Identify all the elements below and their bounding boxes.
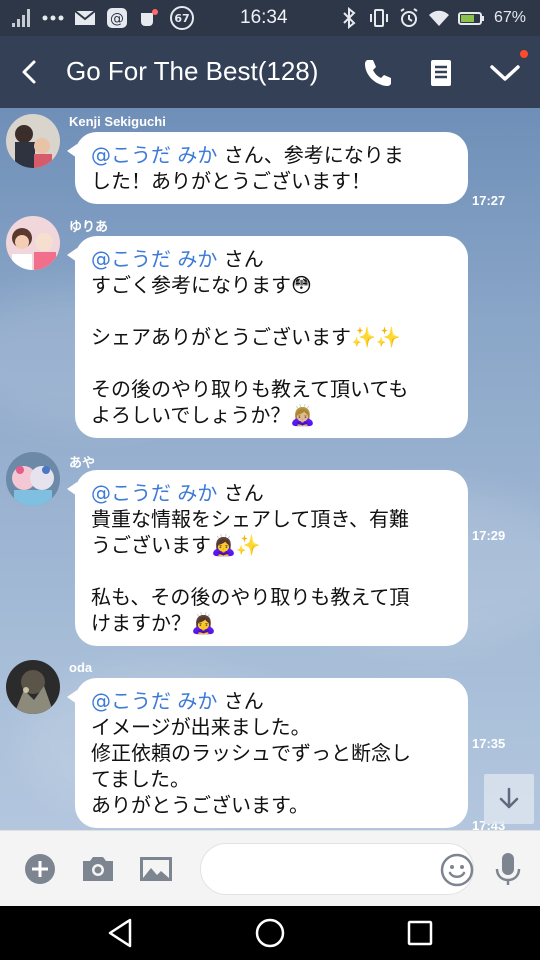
avatar[interactable] <box>6 452 60 506</box>
camera-icon[interactable] <box>80 851 116 887</box>
message-text: さん <box>217 247 264 271</box>
message-line: けますか？🙇‍♀️ <box>91 611 216 635</box>
battery-icon <box>457 12 484 25</box>
mention[interactable]: @こうだ みか <box>91 143 217 167</box>
message-bubble[interactable]: @こうだ みか さん 貴重な情報をシェアして頂き、有難 うございます🙇‍♀️✨ … <box>67 470 468 646</box>
svg-text:@: @ <box>110 11 124 27</box>
message-line: @こうだ みか さん、参考になりま <box>91 142 454 168</box>
mail-icon <box>74 10 96 25</box>
message-line: 修正依頼のラッシュでずっと断念し <box>91 741 411 765</box>
message-line: てました。 <box>91 767 190 791</box>
mention[interactable]: @こうだ みか <box>91 689 217 713</box>
message-line: 私も、その後のやり取りも教えて頂 <box>91 585 410 609</box>
message-line: すごく参考になります😳 <box>91 273 312 297</box>
recents-square-icon[interactable] <box>403 916 437 950</box>
message-line: よろしいでしょうか？🙇🏼‍♀️ <box>91 403 316 427</box>
chat-area[interactable]: Kenji Sekiguchi @こうだ みか さん、参考になりま した！ありが… <box>0 108 540 830</box>
message-line: @こうだ みか さん <box>91 246 454 272</box>
back-icon[interactable] <box>16 58 44 86</box>
message-bubble[interactable]: @こうだ みか さん、参考になりま した！ありがとうございます！ <box>67 132 468 204</box>
battery-percent: 67% <box>493 9 526 26</box>
image-icon[interactable] <box>138 851 174 887</box>
message-line: ありがとうございます。 <box>91 793 309 817</box>
notification-dot <box>520 50 528 58</box>
message-line: @こうだ みか さん <box>91 480 454 506</box>
chat-header: Go For The Best(128) <box>0 36 540 108</box>
navigation-bar <box>0 906 540 960</box>
vibrate-icon <box>369 9 388 27</box>
message-time: 17:29 <box>472 528 506 543</box>
status-right-icons: 67% <box>338 7 526 29</box>
message-time: 17:35 <box>472 736 506 751</box>
status-time: 16:34 <box>240 7 288 28</box>
cup-icon <box>141 9 158 26</box>
sender-name: ゆりあ <box>69 219 109 234</box>
sender-name: oda <box>69 660 93 675</box>
message-line: 貴重な情報をシェアして頂き、有難 <box>91 507 409 531</box>
message-bubble[interactable]: @こうだ みか さん すごく参考になります😳 シェアありがとうございます✨✨ そ… <box>67 236 468 438</box>
chat-title[interactable]: Go For The Best(128) <box>66 56 318 87</box>
message-text: さん <box>217 481 264 505</box>
avatar[interactable] <box>6 114 60 168</box>
notification-count-badge: 67 <box>170 6 194 30</box>
message-text: さん <box>217 689 264 713</box>
note-icon[interactable] <box>424 56 458 90</box>
plus-icon[interactable] <box>22 851 58 887</box>
message-bubble[interactable]: @こうだ みか さん イメージが出来ました。 修正依頼のラッシュでずっと断念し … <box>67 678 468 828</box>
more-dots-icon <box>42 15 64 21</box>
message-line: その後のやり取りも教えて頂いても <box>91 377 409 401</box>
message-text: さん、参考になりま <box>217 143 404 167</box>
scroll-to-bottom-button[interactable] <box>484 774 534 824</box>
sender-name: Kenji Sekiguchi <box>69 114 166 129</box>
arrow-down-icon <box>499 787 519 809</box>
avatar[interactable] <box>6 216 60 270</box>
message-line: うございます🙇‍♀️✨ <box>91 533 261 557</box>
at-icon: @ <box>107 8 127 28</box>
mention[interactable]: @こうだ みか <box>91 247 217 271</box>
message-line: した！ありがとうございます！ <box>91 169 371 193</box>
microphone-icon[interactable] <box>490 851 526 887</box>
bluetooth-icon <box>343 7 356 29</box>
avatar[interactable] <box>6 660 60 714</box>
alarm-icon <box>400 8 418 27</box>
message-input[interactable] <box>200 843 474 895</box>
back-triangle-icon[interactable] <box>104 916 138 950</box>
home-circle-icon[interactable] <box>253 916 287 950</box>
status-left-icons: @ 67 <box>10 6 194 30</box>
input-bar <box>0 830 540 906</box>
message-line: @こうだ みか さん <box>91 688 454 714</box>
phone-icon[interactable] <box>360 56 394 90</box>
mention[interactable]: @こうだ みか <box>91 481 217 505</box>
message-line: イメージが出来ました。 <box>91 715 311 739</box>
emoji-icon[interactable] <box>439 852 475 888</box>
message-line: シェアありがとうございます✨✨ <box>91 325 401 349</box>
signal-icon <box>12 9 30 27</box>
sender-name: あや <box>69 455 96 470</box>
chevron-down-icon[interactable] <box>488 56 522 90</box>
status-bar: @ 67 16:34 67% <box>0 0 540 36</box>
message-time: 17:27 <box>472 193 506 208</box>
wifi-icon <box>428 10 449 26</box>
